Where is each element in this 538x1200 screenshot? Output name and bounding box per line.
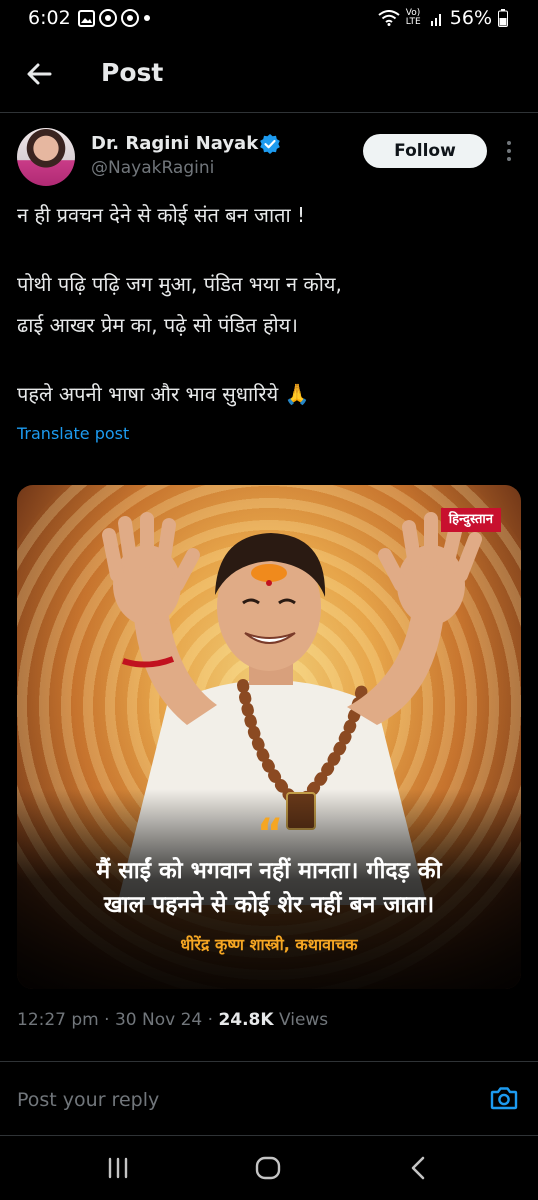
translate-post-link[interactable]: Translate post bbox=[17, 424, 129, 443]
network-label: Vo) LTE bbox=[405, 8, 421, 27]
dot-icon bbox=[143, 15, 150, 21]
author-handle[interactable]: @NayakRagini bbox=[91, 158, 214, 178]
reply-input[interactable] bbox=[17, 1087, 457, 1113]
quote-line: खाल पहनने से कोई शेर नहीं बन जाता। bbox=[103, 892, 435, 918]
home-icon[interactable] bbox=[253, 1153, 283, 1183]
follow-button[interactable]: Follow bbox=[363, 134, 487, 168]
meta-separator: · bbox=[104, 1010, 115, 1030]
publisher-logo: हिन्दुस्तान bbox=[440, 508, 501, 532]
post-text-line: पहले अपनी भाषा और भाव सुधारिये 🙏 bbox=[17, 382, 310, 406]
avatar[interactable] bbox=[17, 128, 75, 186]
reply-bar bbox=[0, 1061, 538, 1135]
page-title: Post bbox=[101, 58, 164, 87]
signal-icon bbox=[430, 14, 441, 26]
back-button[interactable] bbox=[24, 58, 56, 90]
post-time: 12:27 pm bbox=[17, 1010, 99, 1030]
post-text-line: ढाई आखर प्रेम का, पढ़े सो पंडित होय। bbox=[17, 313, 298, 337]
status-bar: 6:02 Vo) LTE 56% bbox=[0, 0, 538, 36]
quote-author: धीरेंद्र कृष्ण शास्त्री, कथावाचक bbox=[180, 935, 358, 954]
views-label[interactable]: Views bbox=[279, 1010, 328, 1030]
status-time: 6:02 bbox=[28, 7, 71, 29]
quote-mark: “ bbox=[257, 811, 284, 857]
post-date: 30 Nov 24 bbox=[114, 1010, 203, 1030]
gallery-icon bbox=[77, 9, 95, 27]
app-icon bbox=[120, 9, 139, 27]
more-options-icon[interactable] bbox=[504, 140, 514, 162]
views-count[interactable]: 24.8K bbox=[218, 1010, 273, 1030]
system-nav-bar bbox=[0, 1135, 538, 1200]
camera-icon[interactable] bbox=[490, 1085, 518, 1111]
verified-badge-icon bbox=[260, 134, 280, 154]
recent-apps-icon[interactable] bbox=[103, 1153, 133, 1183]
post-text-line: न ही प्रवचन देने से कोई संत बन जाता ! bbox=[17, 203, 306, 227]
post-meta: 12:27 pm · 30 Nov 24 · 24.8K Views bbox=[17, 1010, 328, 1030]
quote-line: मैं साईं को भगवान नहीं मानता। गीदड़ की bbox=[96, 858, 442, 884]
wifi-icon bbox=[378, 10, 400, 26]
app-icon bbox=[98, 9, 117, 27]
battery-icon bbox=[498, 9, 508, 27]
post-image[interactable]: हिन्दुस्तान “ मैं साईं को भगवान नहीं मान… bbox=[17, 485, 521, 989]
header-divider bbox=[0, 112, 538, 113]
arrow-left-icon bbox=[27, 63, 52, 85]
battery-level: 56% bbox=[449, 7, 492, 29]
meta-separator: · bbox=[207, 1010, 219, 1030]
author-name[interactable]: Dr. Ragini Nayak bbox=[91, 133, 258, 154]
post-text-line: पोथी पढ़ि पढ़ि जग मुआ, पंडित भया न कोय, bbox=[17, 272, 342, 296]
back-nav-icon[interactable] bbox=[404, 1153, 434, 1183]
post-author: Dr. Ragini Nayak @NayakRagini Follow bbox=[17, 128, 521, 188]
top-bar: Post bbox=[0, 36, 538, 116]
